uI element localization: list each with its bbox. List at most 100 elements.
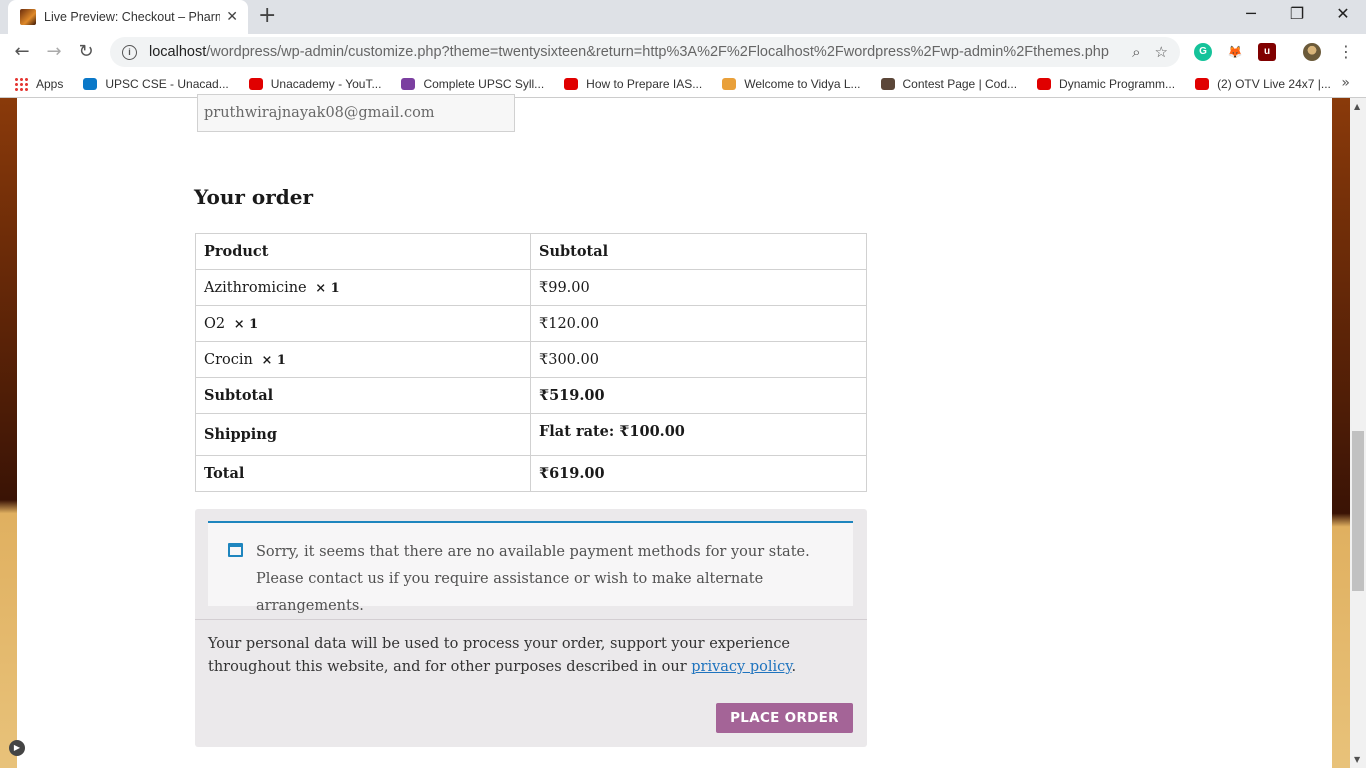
payment-notice-text: Sorry, it seems that there are no availa… [256,544,810,614]
product-quantity: × 1 [233,316,259,332]
scroll-down-icon[interactable]: ▼ [1354,755,1360,764]
back-icon[interactable]: ← [10,40,34,64]
minimize-icon[interactable]: ─ [1228,4,1274,23]
bookmark-label: (2) OTV Live 24x7 |... [1217,76,1331,91]
product-cell: Azithromicine × 1 [195,269,531,306]
product-price: ₹120.00 [530,305,867,342]
bookmark-label: UPSC CSE - Unacad... [105,76,229,91]
product-price: ₹300.00 [530,341,867,378]
payment-section: Sorry, it seems that there are no availa… [195,509,867,747]
youtube-icon [1037,77,1052,90]
apps-icon [14,76,28,91]
product-name: O2 [204,315,226,332]
zoom-icon[interactable]: ⌕ [1132,43,1140,61]
youtube-icon [248,77,263,90]
forward-icon[interactable]: → [42,40,66,64]
table-row: Crocin × 1 ₹300.00 [195,341,867,378]
order-review-table: Product Subtotal Azithromicine × 1 ₹99.0… [195,233,867,492]
grammarly-icon[interactable]: G [1194,43,1212,61]
bookmark-site-icon [401,77,416,90]
total-value: ₹619.00 [530,455,867,492]
bookmark-item[interactable]: Complete UPSC Syll... [401,77,544,91]
page-scrollbar[interactable]: ▲ ▼ [1350,98,1366,768]
checkout-page: pruthwirajnayak08@gmail.com Your order P… [17,94,1332,768]
close-window-icon[interactable]: ✕ [1320,4,1366,23]
privacy-notice: Your personal data will be used to proce… [208,633,858,679]
product-price: ₹99.00 [530,269,867,306]
unacademy-icon [83,77,98,90]
subtotal-column-header: Subtotal [530,233,867,270]
divider [195,619,867,620]
bookmark-item[interactable]: Unacademy - YouT... [248,76,382,91]
tab-strip: Live Preview: Checkout – Pharma ✕ + ─ ❐ … [0,0,1366,34]
bookmark-item[interactable]: Dynamic Programm... [1037,77,1175,91]
bookmark-item[interactable]: UPSC CSE - Unacad... [83,76,229,91]
subtotal-label: Subtotal [195,377,531,414]
theme-background-left [0,98,17,768]
table-header-row: Product Subtotal [195,233,867,270]
address-bar[interactable]: i localhost/wordpress/wp-admin/customize… [110,37,1180,67]
product-quantity: × 1 [315,280,340,296]
site-favicon-icon [20,9,36,25]
browser-toolbar: ← → ↻ i localhost/wordpress/wp-admin/cus… [0,34,1366,70]
scrollbar-thumb[interactable] [1352,431,1364,591]
reload-icon[interactable]: ↻ [74,40,98,64]
product-name: Azithromicine [204,279,307,296]
product-column-header: Product [195,233,531,270]
url-path: /wordpress/wp-admin/customize.php?theme=… [206,44,1109,60]
bookmarks-overflow-icon[interactable]: » [1341,75,1350,91]
bookmark-label: Unacademy - YouT... [270,76,382,91]
address-url[interactable]: localhost/wordpress/wp-admin/customize.p… [149,44,1118,60]
product-quantity: × 1 [261,352,286,368]
bookmark-label: Contest Page | Cod... [902,76,1018,91]
notice-info-icon [228,543,243,557]
metamask-icon[interactable]: 🦊 [1226,43,1244,61]
url-host: localhost [149,44,207,60]
tab-title: Live Preview: Checkout – Pharma [44,10,221,24]
total-row: Total ₹619.00 [195,455,867,492]
theme-background-right [1332,98,1350,768]
shipping-row: Shipping Flat rate: ₹100.00 [195,413,867,456]
product-cell: Crocin × 1 [195,341,531,378]
product-cell: O2 × 1 [195,305,531,342]
table-row: Azithromicine × 1 ₹99.00 [195,269,867,306]
ublock-icon[interactable]: u [1258,43,1276,61]
subtotal-value: ₹519.00 [530,377,867,414]
privacy-text-end: . [791,659,797,675]
shipping-label: Shipping [195,413,531,456]
site-info-icon[interactable]: i [122,44,137,60]
product-name: Crocin [204,351,253,368]
email-field[interactable]: pruthwirajnayak08@gmail.com [197,94,515,132]
browser-tab[interactable]: Live Preview: Checkout – Pharma ✕ [8,0,248,34]
bookmark-item[interactable]: How to Prepare IAS... [564,77,702,91]
youtube-icon [1195,77,1210,90]
youtube-icon [564,77,579,90]
bookmark-item[interactable]: Apps [14,76,64,91]
profile-avatar-icon[interactable] [1303,43,1321,61]
bookmark-label: Apps [36,76,64,91]
bookmark-label: Welcome to Vidya L... [744,76,861,91]
customize-controls-icon[interactable]: ▶ [9,740,25,756]
vidya-icon [722,77,737,90]
maximize-icon[interactable]: ❐ [1274,4,1320,23]
bookmark-star-icon[interactable]: ☆ [1155,43,1168,61]
bookmark-item[interactable]: Welcome to Vidya L... [722,76,861,91]
place-order-button[interactable]: PLACE ORDER [716,703,853,733]
payment-notice: Sorry, it seems that there are no availa… [208,521,853,614]
privacy-policy-link[interactable]: privacy policy [691,659,791,675]
table-row: O2 × 1 ₹120.00 [195,305,867,342]
new-tab-icon[interactable]: + [258,5,276,27]
codechef-icon [880,77,895,90]
close-tab-icon[interactable]: ✕ [226,9,238,25]
bookmark-item[interactable]: Contest Page | Cod... [880,76,1018,91]
scroll-up-icon[interactable]: ▲ [1354,102,1360,111]
browser-menu-icon[interactable]: ⋮ [1334,40,1358,64]
subtotal-row: Subtotal ₹519.00 [195,377,867,414]
total-label: Total [195,455,531,492]
shipping-rate: Flat rate: ₹100.00 [530,413,867,456]
bookmark-label: How to Prepare IAS... [586,76,703,91]
bookmark-label: Dynamic Programm... [1059,76,1176,91]
bookmark-item[interactable]: (2) OTV Live 24x7 |... [1195,77,1331,91]
order-heading: Your order [194,185,314,209]
bookmark-label: Complete UPSC Syll... [423,76,545,91]
